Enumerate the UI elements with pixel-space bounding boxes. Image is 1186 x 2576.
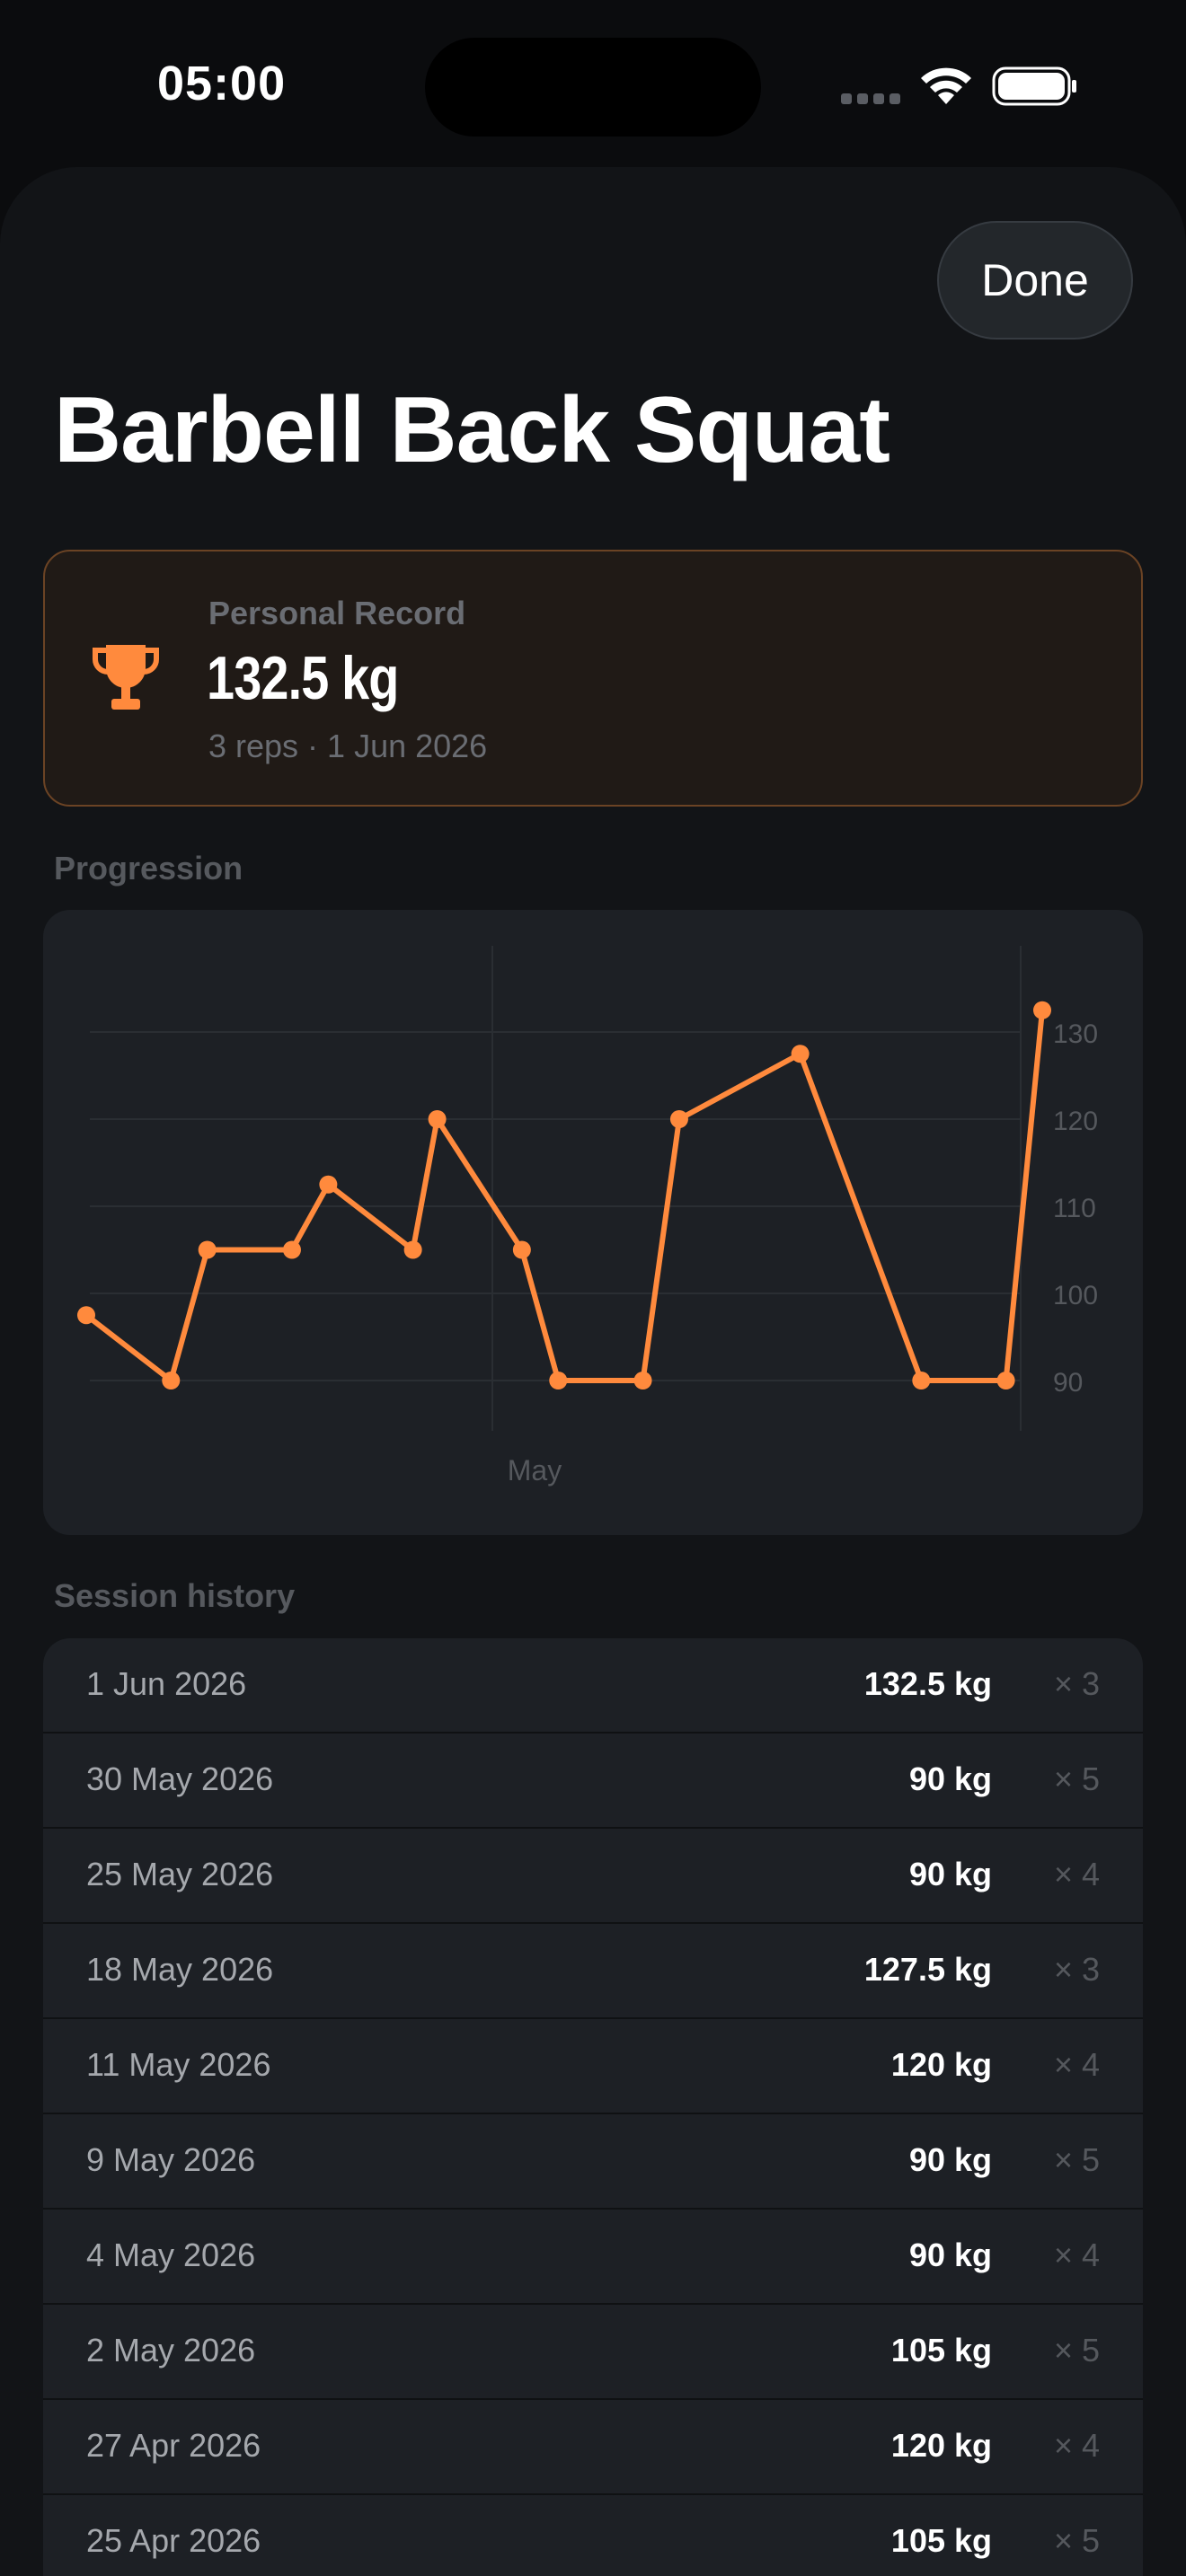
history-row-reps: × 4	[1053, 2046, 1100, 2083]
page-title: Barbell Back Squat	[54, 378, 890, 482]
history-row[interactable]: 11 May 2026 120 kg × 4	[43, 2019, 1143, 2114]
history-row-date: 2 May 2026	[86, 2332, 256, 2369]
history-row-weight: 120 kg	[890, 2427, 992, 2464]
history-row[interactable]: 25 May 2026 90 kg × 4	[43, 1829, 1143, 1924]
chart-point[interactable]	[428, 1110, 447, 1128]
y-tick-label: 130	[1053, 1019, 1098, 1049]
chart-point[interactable]	[669, 1110, 688, 1128]
status-bar: 05:00	[0, 0, 1186, 171]
history-row-date: 4 May 2026	[86, 2236, 256, 2273]
history-row[interactable]: 25 Apr 2026 105 kg × 5	[43, 2495, 1143, 2576]
history-row-date: 30 May 2026	[86, 1760, 274, 1797]
chart-point[interactable]	[633, 1372, 652, 1389]
history-row-reps: × 5	[1053, 2332, 1100, 2369]
history-row-date: 11 May 2026	[86, 2046, 271, 2083]
chart-point[interactable]	[512, 1240, 531, 1259]
status-time: 05:00	[157, 57, 287, 110]
history-row-date: 25 Apr 2026	[86, 2522, 261, 2559]
chart-point[interactable]	[162, 1372, 181, 1389]
dynamic-island	[425, 38, 761, 137]
history-row-date: 25 May 2026	[86, 1856, 274, 1892]
personal-record-value: 132.5 kg	[207, 644, 399, 712]
chart-point[interactable]	[912, 1372, 931, 1389]
history-row-weight: 90 kg	[908, 1856, 992, 1892]
history-row[interactable]: 30 May 2026 90 kg × 5	[43, 1734, 1143, 1829]
history-row[interactable]: 27 Apr 2026 120 kg × 4	[43, 2400, 1143, 2495]
progression-chart-svg: 90 100 110 120 130 May	[77, 946, 1098, 1486]
chart-point[interactable]	[198, 1240, 217, 1259]
history-row-reps: × 4	[1053, 2236, 1100, 2273]
y-tick-label: 110	[1053, 1194, 1096, 1223]
history-row[interactable]: 9 May 2026 90 kg × 5	[43, 2114, 1143, 2210]
chart-point[interactable]	[282, 1240, 301, 1259]
history-row-reps: × 4	[1053, 2427, 1100, 2464]
personal-record-label: Personal Record	[208, 595, 466, 631]
y-tick-label: 120	[1053, 1107, 1098, 1136]
history-row-reps: × 3	[1053, 1665, 1100, 1702]
y-tick-label: 90	[1053, 1368, 1083, 1398]
battery-icon	[992, 66, 1076, 106]
wifi-icon	[921, 67, 971, 104]
chart-point[interactable]	[791, 1045, 810, 1063]
history-row-weight: 120 kg	[890, 2046, 992, 2083]
chart-point[interactable]	[1033, 1001, 1051, 1019]
personal-record-card: Personal Record 132.5 kg 3 reps · 1 Jun …	[43, 550, 1143, 807]
chart-point[interactable]	[549, 1372, 568, 1389]
history-row-reps: × 5	[1053, 2522, 1100, 2559]
history-row-reps: × 4	[1053, 1856, 1100, 1892]
history-row[interactable]: 2 May 2026 105 kg × 5	[43, 2305, 1143, 2400]
session-history-list: 1 Jun 2026 132.5 kg × 3 30 May 2026 90 kg × 5…	[43, 1638, 1143, 2576]
history-row-reps: × 5	[1053, 2141, 1100, 2178]
history-row-reps: × 3	[1053, 1951, 1100, 1988]
history-row-date: 27 Apr 2026	[86, 2427, 261, 2464]
personal-record-detail: 3 reps · 1 Jun 2026	[208, 728, 488, 764]
progression-section-label: Progression	[54, 850, 243, 887]
history-row-reps: × 5	[1053, 1760, 1100, 1797]
chart-point[interactable]	[77, 1306, 95, 1325]
history-row[interactable]: 18 May 2026 127.5 kg × 3	[43, 1924, 1143, 2019]
history-section-label: Session history	[54, 1577, 296, 1614]
progression-series-line	[84, 1007, 1045, 1383]
history-row-date: 1 Jun 2026	[86, 1665, 247, 1702]
trophy-icon	[93, 645, 159, 710]
chart-point[interactable]	[403, 1240, 422, 1259]
history-row-weight: 132.5 kg	[863, 1665, 992, 1702]
chart-point[interactable]	[319, 1175, 338, 1194]
x-tick-label: May	[508, 1454, 562, 1486]
history-row-weight: 127.5 kg	[863, 1951, 992, 1988]
chart-point[interactable]	[996, 1372, 1015, 1389]
done-button[interactable]: Done	[937, 221, 1133, 340]
history-row-date: 18 May 2026	[86, 1951, 274, 1988]
history-row[interactable]: 4 May 2026 90 kg × 4	[43, 2210, 1143, 2305]
history-row-weight: 90 kg	[908, 2236, 992, 2273]
progression-chart: 90 100 110 120 130 May	[43, 910, 1143, 1535]
history-row-weight: 105 kg	[890, 2332, 992, 2369]
history-row-date: 9 May 2026	[86, 2141, 256, 2178]
history-row-weight: 90 kg	[908, 2141, 992, 2178]
y-tick-label: 100	[1053, 1281, 1098, 1310]
history-row-weight: 105 kg	[890, 2522, 992, 2559]
history-row[interactable]: 1 Jun 2026 132.5 kg × 3	[43, 1638, 1143, 1734]
history-row-weight: 90 kg	[908, 1760, 992, 1797]
cellular-signal-icon	[841, 93, 900, 104]
